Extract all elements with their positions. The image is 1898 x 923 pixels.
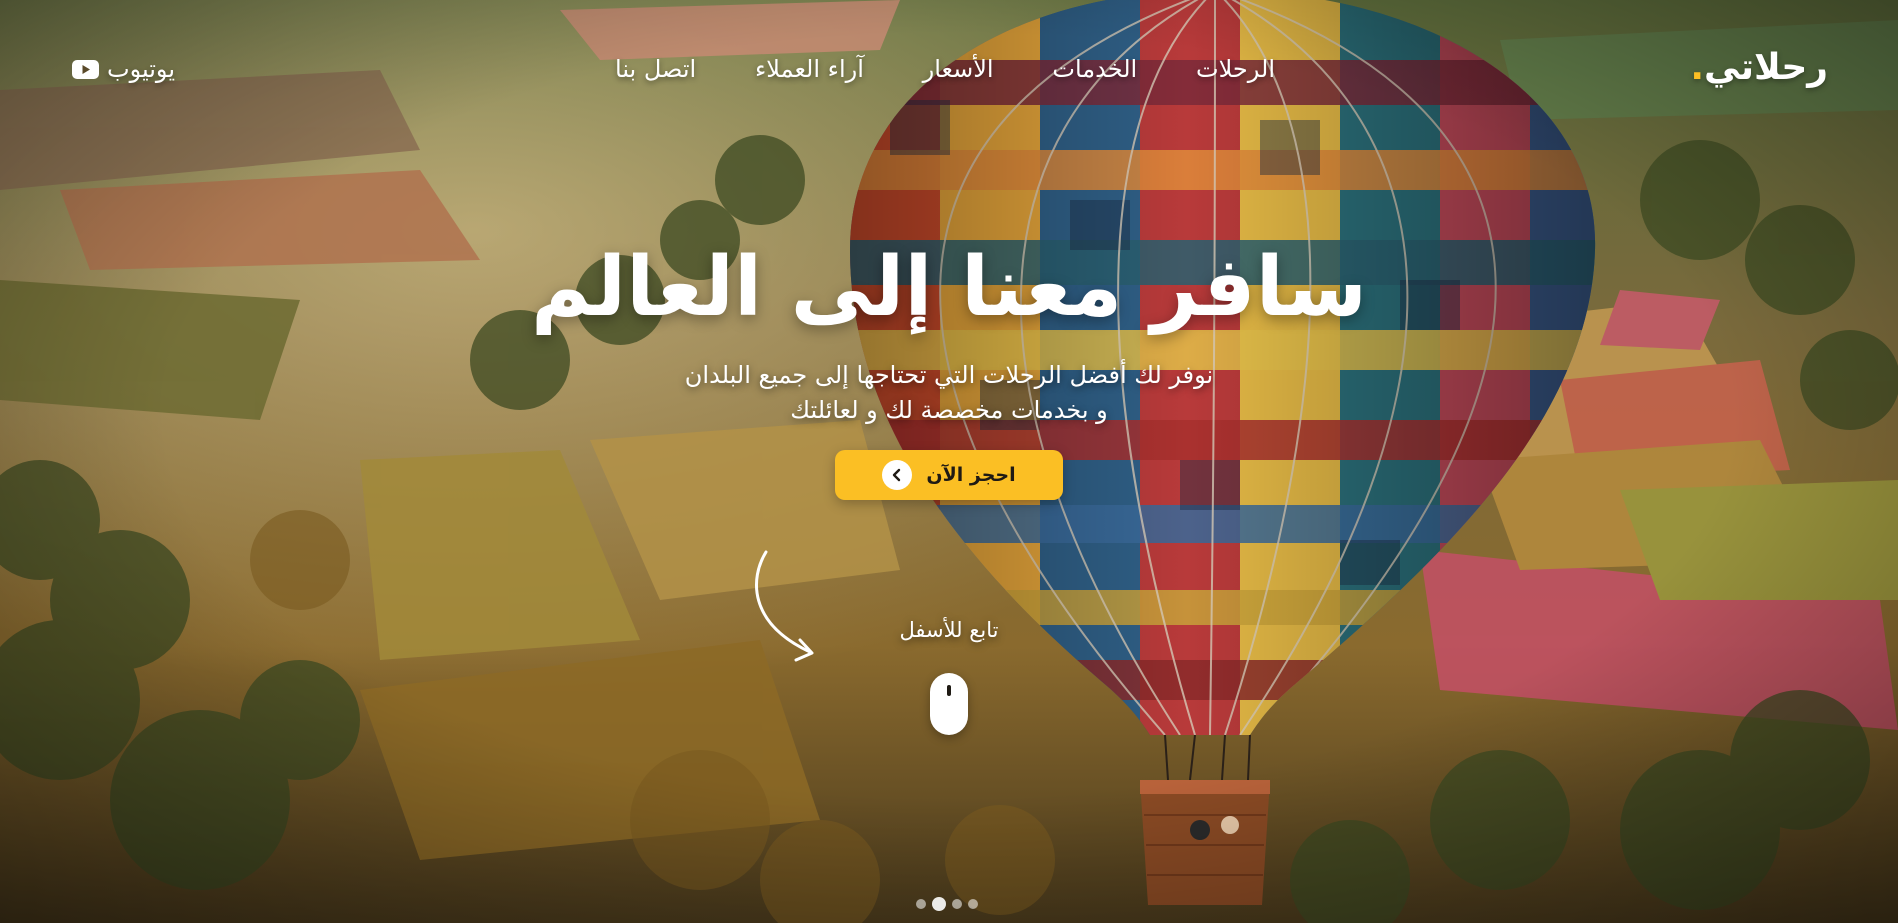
brand-logo[interactable]: رحلاتي. (1690, 44, 1828, 92)
slider-pagination (916, 897, 978, 911)
slider-dot-2[interactable] (932, 897, 946, 911)
brand-dot: . (1690, 47, 1705, 88)
mouse-wheel (947, 685, 951, 696)
slider-dot-1[interactable] (916, 899, 926, 909)
nav-link-prices[interactable]: الأسعار (923, 52, 994, 86)
cta-wrapper: احجز الآن (0, 450, 1898, 500)
nav-link-testimonials[interactable]: آراء العملاء (755, 52, 864, 86)
hero-section: سافر معنا إلى العالم نوفر لك أفضل الرحلا… (0, 238, 1898, 500)
nav-link-trips[interactable]: الرحلات (1196, 52, 1275, 86)
hero-subtitle-line-1: نوفر لك أفضل الرحلات التي تحتاجها إلى جم… (684, 361, 1214, 389)
youtube-label: يوتيوب (107, 55, 175, 83)
mouse-icon[interactable] (930, 673, 968, 735)
brand-name: رحلاتي (1704, 47, 1828, 88)
nav-link-services[interactable]: الخدمات (1052, 52, 1137, 86)
slider-dot-3[interactable] (952, 899, 962, 909)
chevron-left-icon (882, 460, 913, 490)
scroll-down-label: تابع للأسفل (899, 618, 999, 642)
curved-arrow-icon (755, 550, 814, 662)
main-nav: الرحلات الخدمات الأسعار آراء العملاء اتص… (615, 52, 1275, 86)
hero-subtitle: نوفر لك أفضل الرحلات التي تحتاجها إلى جم… (0, 358, 1898, 428)
book-now-label: احجز الآن (926, 464, 1016, 486)
youtube-link[interactable]: يوتيوب (72, 52, 175, 86)
book-now-button[interactable]: احجز الآن (835, 450, 1063, 500)
hero-title: سافر معنا إلى العالم (530, 240, 1367, 335)
hero-subtitle-line-2: و بخدمات مخصصة لك و لعائلتك (790, 396, 1108, 424)
slider-dot-4[interactable] (968, 899, 978, 909)
nav-link-contact[interactable]: اتصل بنا (615, 52, 696, 86)
youtube-icon (72, 59, 99, 79)
site-header: رحلاتي. الرحلات الخدمات الأسعار آراء الع… (0, 0, 1898, 140)
